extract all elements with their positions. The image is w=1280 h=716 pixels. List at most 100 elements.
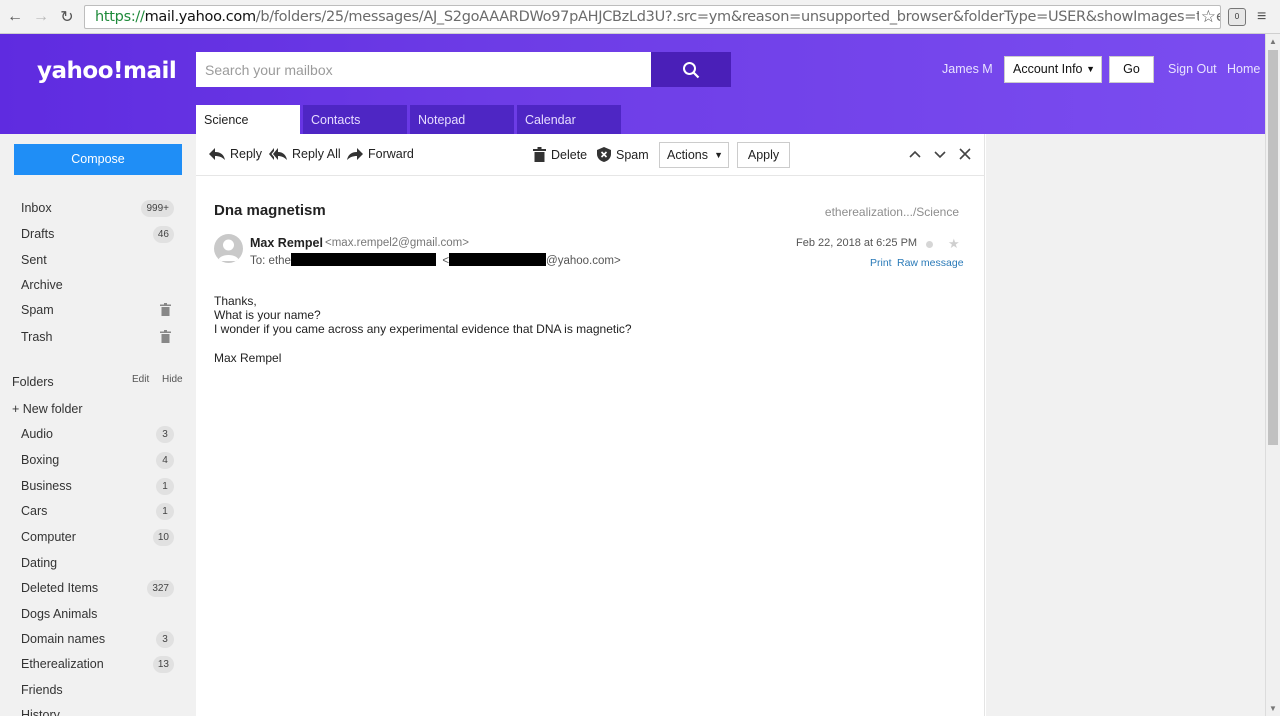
sidebar-item-deleted-items[interactable]: Deleted Items 327 [0,576,196,600]
sidebar-item-label: Dogs Animals [21,607,98,621]
unread-count-badge: 1 [156,478,174,495]
sidebar-item-etherealization[interactable]: Etherealization 13 [0,652,196,676]
empty-spam-trash-icon[interactable] [160,303,171,316]
sidebar-item-dogs-animals[interactable]: Dogs Animals [0,602,196,626]
unread-count-badge: 1 [156,503,174,520]
reply-icon [209,148,225,160]
compose-button[interactable]: Compose [14,144,182,175]
page-scrollbar[interactable]: ▲ ▼ [1265,34,1280,716]
reply-all-button[interactable]: Reply All [269,147,341,161]
sidebar-item-drafts[interactable]: Drafts 46 [0,222,196,246]
user-name[interactable]: James M [942,62,993,76]
forward-icon [347,148,363,160]
sidebar-item-label: Audio [21,427,53,441]
sidebar-item-boxing[interactable]: Boxing 4 [0,448,196,472]
trash-icon [533,147,546,162]
sidebar-item-computer[interactable]: Computer 10 [0,525,196,549]
browser-menu-icon[interactable]: ≡ [1257,8,1266,26]
search-icon [683,61,700,78]
message-subject: Dna magnetism [214,202,326,219]
star-icon[interactable]: ★ [948,236,960,252]
sender-name[interactable]: Max Rempel [250,236,323,250]
unread-count-badge: 327 [147,580,174,597]
forward-button[interactable]: Forward [347,147,414,161]
new-folder-link[interactable]: + New folder [12,402,83,416]
sidebar-item-friends[interactable]: Friends [0,678,196,702]
delete-button[interactable]: Delete [533,147,587,162]
sidebar-item-trash[interactable]: Trash [0,325,196,349]
sidebar-item-label: Archive [21,278,63,292]
tab-contacts[interactable]: Contacts [303,105,407,134]
folders-heading: Folders [12,375,54,389]
apply-button[interactable]: Apply [737,142,790,168]
app-tabs: Science Contacts Notepad Calendar [196,105,624,134]
unread-count-badge: 3 [156,426,174,443]
scroll-up-icon[interactable]: ▲ [1269,37,1277,46]
chevron-down-icon[interactable] [933,147,947,161]
scroll-down-icon[interactable]: ▼ [1269,704,1277,713]
sidebar-item-history[interactable]: History [0,703,196,716]
mail-header: yahoo!mail James M Account Info▼ Go Sign… [0,34,1265,134]
chevron-up-icon[interactable] [908,147,922,161]
unread-count-badge: 13 [152,656,174,673]
sidebar-item-business[interactable]: Business 1 [0,474,196,498]
read-status-dot-icon[interactable] [926,241,933,248]
folders-edit-link[interactable]: Edit [132,374,149,385]
raw-message-link[interactable]: Raw message [897,257,964,269]
message-body-line: What is your name? [214,308,321,322]
close-icon[interactable] [958,147,972,161]
message-body-line: Thanks, [214,294,257,308]
sidebar-item-label: Domain names [21,632,106,646]
sign-out-link[interactable]: Sign Out [1168,62,1217,76]
message-body-line: I wonder if you came across any experime… [214,322,632,336]
bookmark-star-icon[interactable]: ☆ [1198,7,1216,27]
unread-count-badge: 10 [152,529,174,546]
scrollbar-thumb[interactable] [1268,50,1278,445]
message-toolbar: Reply Reply All Forward Delete Spam Acti… [196,134,985,176]
extension-icon[interactable]: 0 [1228,8,1246,26]
sidebar-item-sent[interactable]: Sent [0,248,196,272]
reply-all-icon [269,148,287,160]
sender-email: <max.rempel2@gmail.com> [325,237,469,249]
go-button[interactable]: Go [1109,56,1154,83]
browser-toolbar: ← → ↻ https://mail.yahoo.com/b/folders/2… [0,0,1280,34]
reply-button[interactable]: Reply [209,147,262,161]
sidebar-item-archive[interactable]: Archive [0,273,196,297]
message-pane: Reply Reply All Forward Delete Spam Acti… [196,134,985,716]
recipient-line: To: ethe < @yahoo.com> [250,253,621,267]
url-text: https://mail.yahoo.com/b/folders/25/mess… [95,9,1221,25]
tab-notepad[interactable]: Notepad [410,105,514,134]
sidebar-item-dating[interactable]: Dating [0,551,196,575]
folder-path[interactable]: etherealization.../Science [825,205,959,219]
sidebar-item-domain-names[interactable]: Domain names 3 [0,627,196,651]
tab-science[interactable]: Science [196,105,300,134]
message-body-line: Max Rempel [214,351,282,365]
yahoo-mail-logo[interactable]: yahoo!mail [37,58,177,84]
search-input[interactable] [196,52,651,87]
dropdown-caret-icon: ▼ [1086,64,1095,74]
reload-icon[interactable]: ↻ [56,6,78,28]
sidebar-item-label: Drafts [21,227,55,241]
unread-count-badge: 4 [156,452,174,469]
tab-calendar[interactable]: Calendar [517,105,621,134]
sidebar-item-label: Deleted Items [21,581,99,595]
back-icon[interactable]: ← [4,6,26,28]
address-bar[interactable]: https://mail.yahoo.com/b/folders/25/mess… [84,5,1221,29]
spam-button[interactable]: Spam [597,147,649,162]
sidebar-item-spam[interactable]: Spam [0,298,196,322]
folders-hide-link[interactable]: Hide [162,374,183,385]
search-button[interactable] [651,52,731,87]
actions-select[interactable]: Actions ▼ [659,142,729,168]
forward-nav-icon[interactable]: → [30,6,52,28]
sidebar-item-label: Spam [21,303,54,317]
sidebar-item-audio[interactable]: Audio 3 [0,422,196,446]
sidebar-item-cars[interactable]: Cars 1 [0,499,196,523]
print-link[interactable]: Print [870,257,892,269]
empty-trash-icon[interactable] [160,330,171,343]
person-icon [218,239,239,261]
message-date: Feb 22, 2018 at 6:25 PM [796,237,918,249]
unread-count-badge: 3 [156,631,174,648]
account-select[interactable]: Account Info ▼ [1004,56,1102,83]
home-link[interactable]: Home [1227,62,1260,76]
sidebar-item-inbox[interactable]: Inbox 999+ [0,196,196,220]
